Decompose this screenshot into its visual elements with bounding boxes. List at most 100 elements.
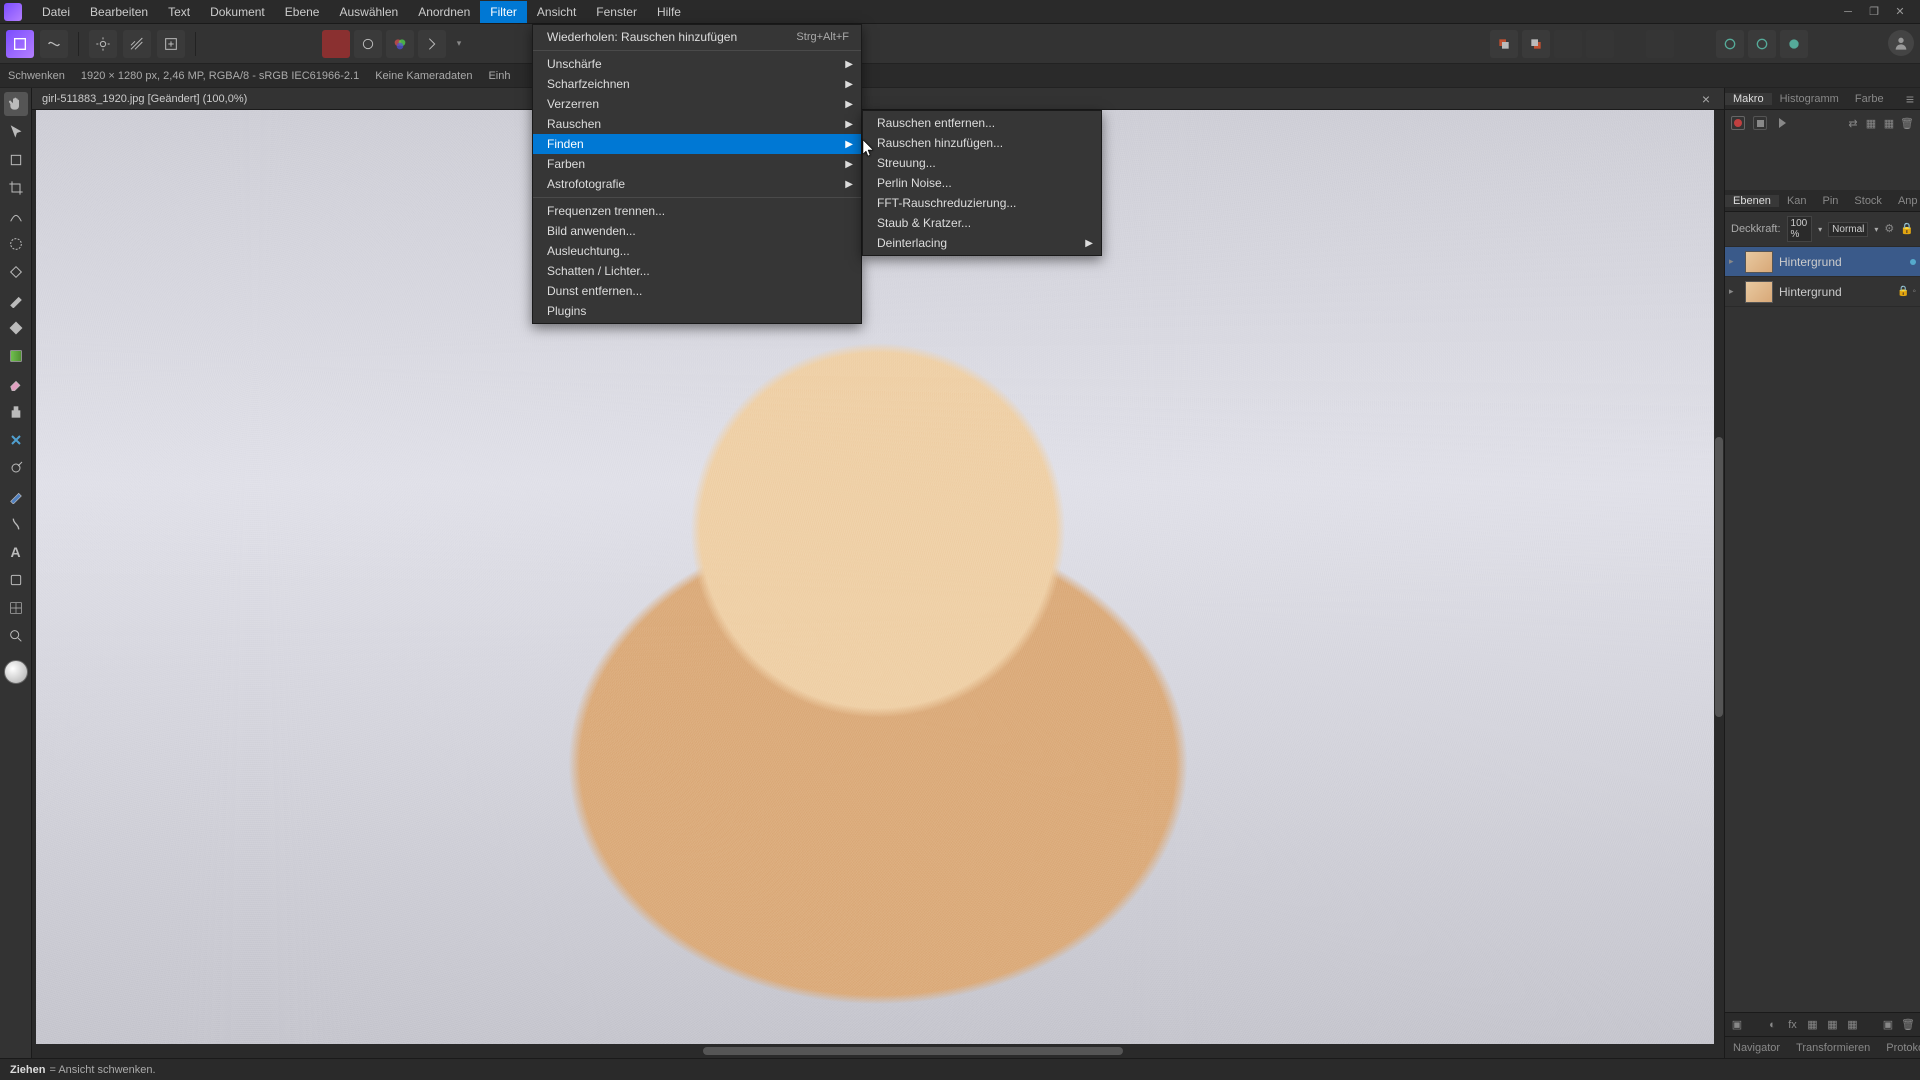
pen-tool[interactable] xyxy=(4,484,28,508)
menu-repeat-filter[interactable]: Wiederholen: Rauschen hinzufügen Strg+Al… xyxy=(533,27,861,47)
opacity-input[interactable]: 100 % xyxy=(1787,216,1813,242)
arrange-front-button[interactable] xyxy=(1522,30,1550,58)
layer-opt1-button[interactable]: ▦ xyxy=(1805,1017,1821,1033)
eraser-tool[interactable] xyxy=(4,372,28,396)
makro-opt4-icon[interactable]: 🗑 xyxy=(1900,116,1914,130)
close-window-button[interactable]: ✕ xyxy=(1890,5,1910,19)
menu-item-scharfzeichnen[interactable]: Scharfzeichnen▶ xyxy=(533,74,861,94)
mesh-warp-tool[interactable] xyxy=(4,596,28,620)
tab-pin[interactable]: Pin xyxy=(1815,195,1847,207)
develop-persona-button[interactable] xyxy=(89,30,117,58)
menu-auswählen[interactable]: Auswählen xyxy=(329,1,408,23)
menu-item-unsch-rfe[interactable]: Unschärfe▶ xyxy=(533,54,861,74)
persona-photo-button[interactable] xyxy=(6,30,34,58)
menu-item-ausleuchtung-[interactable]: Ausleuchtung... xyxy=(533,241,861,261)
fill-tool[interactable] xyxy=(4,316,28,340)
sync-2-button[interactable] xyxy=(1748,30,1776,58)
menu-filter[interactable]: Filter xyxy=(480,1,527,23)
tab-navigator[interactable]: Navigator xyxy=(1725,1042,1788,1054)
maximize-button[interactable]: ❐ xyxy=(1864,5,1884,19)
dodge-tool[interactable] xyxy=(4,456,28,480)
crop-tool[interactable] xyxy=(4,176,28,200)
submenu-item-staub-kratzer-[interactable]: Staub & Kratzer... xyxy=(863,213,1101,233)
hand-tool[interactable] xyxy=(4,92,28,116)
marquee-tool[interactable] xyxy=(4,232,28,256)
makro-play-button[interactable] xyxy=(1775,116,1789,130)
menu-item-farben[interactable]: Farben▶ xyxy=(533,154,861,174)
menu-item-plugins[interactable]: Plugins xyxy=(533,301,861,321)
menu-item-dunst-entfernen-[interactable]: Dunst entfernen... xyxy=(533,281,861,301)
delete-layer-button[interactable]: 🗑 xyxy=(1900,1017,1916,1033)
tab-makro[interactable]: Makro xyxy=(1725,93,1772,105)
selection-brush-tool[interactable] xyxy=(4,204,28,228)
tab-farbe[interactable]: Farbe xyxy=(1847,93,1892,105)
menu-ansicht[interactable]: Ansicht xyxy=(527,1,586,23)
menu-dokument[interactable]: Dokument xyxy=(200,1,275,23)
menu-item-schatten-lichter-[interactable]: Schatten / Lichter... xyxy=(533,261,861,281)
submenu-item-fft-rauschreduzierung-[interactable]: FFT-Rauschreduzierung... xyxy=(863,193,1101,213)
flood-select-tool[interactable] xyxy=(4,260,28,284)
submenu-item-deinterlacing[interactable]: Deinterlacing▶ xyxy=(863,233,1101,253)
layer-row[interactable]: ▸Hintergrund xyxy=(1725,247,1920,277)
document-close-button[interactable]: × xyxy=(1702,91,1710,107)
auto-colors-button[interactable] xyxy=(386,30,414,58)
foreground-color-swatch[interactable] xyxy=(4,660,28,684)
tab-stock[interactable]: Stock xyxy=(1846,195,1890,207)
tab-anp[interactable]: Anp xyxy=(1890,195,1920,207)
layer-adj-button[interactable]: ◐ xyxy=(1765,1017,1781,1033)
tab-protokoll[interactable]: Protokoll xyxy=(1878,1042,1920,1054)
arrange-back-button[interactable] xyxy=(1490,30,1518,58)
swatch-red-icon[interactable] xyxy=(322,30,350,58)
tab-kan[interactable]: Kan xyxy=(1779,195,1815,207)
shape-tool[interactable] xyxy=(4,568,28,592)
tab-transformieren[interactable]: Transformieren xyxy=(1788,1042,1878,1054)
layer-opt3-button[interactable]: ▦ xyxy=(1845,1017,1861,1033)
layer-mask-button[interactable]: ▣ xyxy=(1729,1017,1745,1033)
toolbar-dropdown-icon[interactable]: ▾ xyxy=(452,30,466,58)
tone-map-persona-button[interactable] xyxy=(123,30,151,58)
menu-hilfe[interactable]: Hilfe xyxy=(647,1,691,23)
submenu-item-rauschen-entfernen-[interactable]: Rauschen entfernen... xyxy=(863,113,1101,133)
layer-opt2-button[interactable]: ▦ xyxy=(1825,1017,1841,1033)
document-tab[interactable]: girl-511883_1920.jpg [Geändert] (100,0%)… xyxy=(32,88,1724,110)
clone-tool[interactable] xyxy=(4,400,28,424)
menu-item-frequenzen-trennen-[interactable]: Frequenzen trennen... xyxy=(533,201,861,221)
smudge-tool[interactable] xyxy=(4,512,28,536)
menu-item-rauschen[interactable]: Rauschen▶ xyxy=(533,114,861,134)
menu-item-astrofotografie[interactable]: Astrofotografie▶ xyxy=(533,174,861,194)
submenu-item-streuung-[interactable]: Streuung... xyxy=(863,153,1101,173)
menu-datei[interactable]: Datei xyxy=(32,1,80,23)
auto-levels-button[interactable] xyxy=(354,30,382,58)
submenu-item-perlin-noise-[interactable]: Perlin Noise... xyxy=(863,173,1101,193)
move-tool[interactable] xyxy=(4,120,28,144)
liquify-persona-button[interactable] xyxy=(40,30,68,58)
menu-ebene[interactable]: Ebene xyxy=(275,1,330,23)
panel-menu-icon[interactable]: ≡ xyxy=(1900,91,1920,107)
horizontal-scrollbar[interactable] xyxy=(32,1044,1710,1058)
makro-stop-button[interactable] xyxy=(1753,116,1767,130)
zoom-tool[interactable] xyxy=(4,624,28,648)
text-tool[interactable]: A xyxy=(4,540,28,564)
makro-record-button[interactable] xyxy=(1731,116,1745,130)
paint-brush-tool[interactable] xyxy=(4,288,28,312)
menu-item-finden[interactable]: Finden▶ xyxy=(533,134,861,154)
export-persona-button[interactable] xyxy=(157,30,185,58)
minimize-button[interactable]: ─ xyxy=(1838,5,1858,19)
makro-opt3-icon[interactable]: ▦ xyxy=(1882,116,1896,130)
sync-1-button[interactable] xyxy=(1716,30,1744,58)
layer-fx-button[interactable]: fx xyxy=(1785,1017,1801,1033)
tab-histogramm[interactable]: Histogramm xyxy=(1772,93,1847,105)
makro-opt2-icon[interactable]: ▦ xyxy=(1864,116,1878,130)
menu-item-verzerren[interactable]: Verzerren▶ xyxy=(533,94,861,114)
submenu-item-rauschen-hinzuf-gen-[interactable]: Rauschen hinzufügen... xyxy=(863,133,1101,153)
menu-fenster[interactable]: Fenster xyxy=(586,1,647,23)
menu-item-bild-anwenden-[interactable]: Bild anwenden... xyxy=(533,221,861,241)
menu-bearbeiten[interactable]: Bearbeiten xyxy=(80,1,158,23)
account-avatar-icon[interactable] xyxy=(1888,30,1914,56)
menu-text[interactable]: Text xyxy=(158,1,200,23)
view-tool[interactable] xyxy=(4,148,28,172)
gradient-tool[interactable] xyxy=(4,344,28,368)
blend-mode-select[interactable]: Normal xyxy=(1828,222,1868,237)
add-layer-button[interactable]: ▣ xyxy=(1880,1017,1896,1033)
layer-settings-icon[interactable]: ⚙ xyxy=(1884,222,1894,236)
